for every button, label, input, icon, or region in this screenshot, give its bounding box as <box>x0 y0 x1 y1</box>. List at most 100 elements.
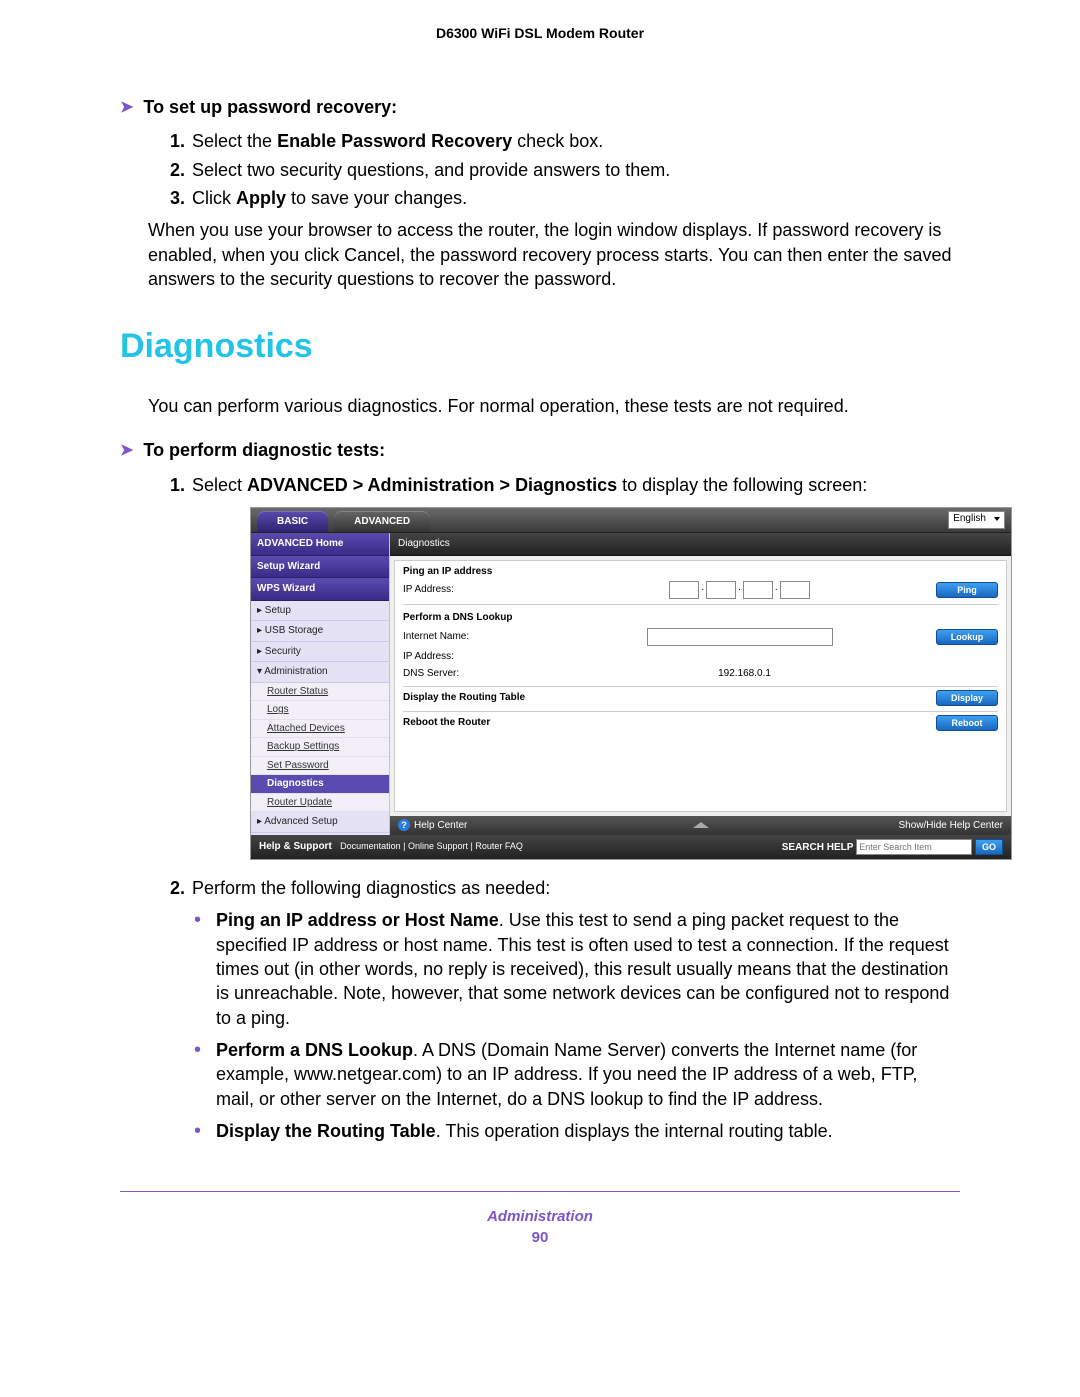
sidebar-sub-logs[interactable]: Logs <box>251 701 389 720</box>
step-text-before: Click <box>192 188 236 208</box>
tab-advanced[interactable]: ADVANCED <box>334 511 430 533</box>
ping-button[interactable]: Ping <box>936 582 998 598</box>
sidebar-item-setup-wizard[interactable]: Setup Wizard <box>251 556 389 579</box>
show-hide-help-label[interactable]: Show/Hide Help Center <box>899 819 1004 833</box>
ip-octet-2[interactable] <box>706 581 736 599</box>
diagnostics-panel: Ping an IP address IP Address: . . . Pin… <box>394 560 1007 812</box>
step-text-before: Select the <box>192 131 277 151</box>
sidebar-sub-set-password[interactable]: Set Password <box>251 757 389 776</box>
tab-bar: BASIC ADVANCED English <box>251 508 1011 533</box>
sidebar-sub-diagnostics[interactable]: Diagnostics <box>251 775 389 794</box>
step-number: 2. <box>170 158 192 182</box>
steps-diagnostics: 1.Select ADVANCED > Administration > Dia… <box>170 473 960 901</box>
support-links[interactable]: Documentation | Online Support | Router … <box>340 841 523 851</box>
step-text-after: to save your changes. <box>286 188 467 208</box>
sidebar-sub-backup-settings[interactable]: Backup Settings <box>251 738 389 757</box>
step-number: 2. <box>170 876 192 900</box>
ip-octet-4[interactable] <box>780 581 810 599</box>
language-selector[interactable]: English <box>948 511 1005 529</box>
sidebar-sub-router-update[interactable]: Router Update <box>251 794 389 813</box>
bullet-rest: . This operation displays the internal r… <box>436 1121 833 1141</box>
step-3: 3.Click Apply to save your changes. <box>170 186 960 210</box>
step-number: 1. <box>170 473 192 497</box>
sidebar-group-security[interactable]: ▸ Security <box>251 642 389 663</box>
reboot-router-title: Reboot the Router <box>403 716 543 730</box>
step-2: 2.Perform the following diagnostics as n… <box>170 876 960 900</box>
breadcrumb: Diagnostics <box>390 533 1011 556</box>
steps-password-recovery: 1.Select the Enable Password Recovery ch… <box>170 129 960 210</box>
sidebar-item-advanced-home[interactable]: ADVANCED Home <box>251 533 389 556</box>
bullet-dns: Perform a DNS Lookup. A DNS (Domain Name… <box>194 1038 960 1111</box>
lookup-button[interactable]: Lookup <box>936 629 998 645</box>
step-1: 1.Select the Enable Password Recovery ch… <box>170 129 960 153</box>
step-number: 3. <box>170 186 192 210</box>
dns-section-title: Perform a DNS Lookup <box>395 607 1006 627</box>
ip-octet-1[interactable] <box>669 581 699 599</box>
bullet-routing: Display the Routing Table. This operatio… <box>194 1119 960 1143</box>
go-button[interactable]: GO <box>975 839 1003 855</box>
step-text-bold: Enable Password Recovery <box>277 131 512 151</box>
section-title-diagnostics: Diagnostics <box>120 327 960 366</box>
tab-basic[interactable]: BASIC <box>257 511 328 533</box>
heading-text: To perform diagnostic tests: <box>143 440 385 461</box>
sidebar-group-setup[interactable]: ▸ Setup <box>251 601 389 622</box>
triangle-bullet-icon: ➤ <box>120 440 133 462</box>
diagnostics-bullets: Ping an IP address or Host Name. Use thi… <box>194 908 960 1143</box>
heading-password-recovery: ➤ To set up password recovery: <box>120 97 960 119</box>
step-1: 1.Select ADVANCED > Administration > Dia… <box>170 473 960 860</box>
separator <box>403 686 998 687</box>
help-icon: ? <box>398 819 410 831</box>
sidebar-sub-router-status[interactable]: Router Status <box>251 683 389 702</box>
page-footer: Administration 90 <box>120 1191 960 1246</box>
step-text: Select two security questions, and provi… <box>192 160 670 180</box>
sidebar-group-administration[interactable]: ▾ Administration <box>251 662 389 683</box>
internet-name-input[interactable] <box>647 628 833 646</box>
dns-server-value: 192.168.0.1 <box>549 667 940 681</box>
step-text-bold: ADVANCED > Administration > Diagnostics <box>247 475 617 495</box>
internet-name-label: Internet Name: <box>403 630 543 644</box>
footer-section: Administration <box>120 1208 960 1225</box>
dns-server-label: DNS Server: <box>403 667 543 681</box>
support-bar: Help & Support Documentation | Online Su… <box>251 835 1011 859</box>
heading-text: To set up password recovery: <box>143 97 397 118</box>
sidebar-sub-attached-devices[interactable]: Attached Devices <box>251 720 389 739</box>
bullet-bold: Display the Routing Table <box>216 1121 436 1141</box>
display-routing-title: Display the Routing Table <box>403 691 543 705</box>
sidebar-item-wps-wizard[interactable]: WPS Wizard <box>251 578 389 601</box>
router-ui-screenshot: BASIC ADVANCED English ADVANCED Home Set… <box>250 507 1012 860</box>
step-number: 1. <box>170 129 192 153</box>
step-text-before: Select <box>192 475 247 495</box>
bullet-ping: Ping an IP address or Host Name. Use thi… <box>194 908 960 1029</box>
document-header: D6300 WiFi DSL Modem Router <box>120 25 960 41</box>
paragraph-diag-intro: You can perform various diagnostics. For… <box>148 394 960 418</box>
bullet-bold: Ping an IP address or Host Name <box>216 910 499 930</box>
chevron-up-icon[interactable] <box>693 822 709 828</box>
language-value[interactable]: English <box>948 511 1005 529</box>
reboot-button[interactable]: Reboot <box>936 715 998 731</box>
separator <box>403 604 998 605</box>
sidebar: ADVANCED Home Setup Wizard WPS Wizard ▸ … <box>251 533 390 835</box>
step-text-after: check box. <box>512 131 603 151</box>
paragraph-recovery-note: When you use your browser to access the … <box>148 218 960 291</box>
separator <box>403 711 998 712</box>
help-support-label: Help & Support <box>259 841 332 852</box>
ip-address-result-label: IP Address: <box>403 650 543 664</box>
ping-section-title: Ping an IP address <box>395 561 1006 581</box>
ip-octet-3[interactable] <box>743 581 773 599</box>
triangle-bullet-icon: ➤ <box>120 97 133 119</box>
help-center-bar[interactable]: ? Help Center Show/Hide Help Center <box>390 816 1011 836</box>
sidebar-group-advanced-setup[interactable]: ▸ Advanced Setup <box>251 812 389 833</box>
search-help-label: SEARCH HELP <box>782 842 854 853</box>
step-text-bold: Apply <box>236 188 286 208</box>
step-text: Perform the following diagnostics as nee… <box>192 878 550 898</box>
ip-address-label: IP Address: <box>403 583 543 597</box>
display-button[interactable]: Display <box>936 690 998 706</box>
heading-perform-diag: ➤ To perform diagnostic tests: <box>120 440 960 462</box>
sidebar-group-usb[interactable]: ▸ USB Storage <box>251 621 389 642</box>
footer-page-number: 90 <box>120 1229 960 1246</box>
search-help-input[interactable] <box>856 839 972 855</box>
bullet-bold: Perform a DNS Lookup <box>216 1040 413 1060</box>
step-text-after: to display the following screen: <box>617 475 867 495</box>
help-center-label: Help Center <box>414 820 467 831</box>
step-2: 2.Select two security questions, and pro… <box>170 158 960 182</box>
